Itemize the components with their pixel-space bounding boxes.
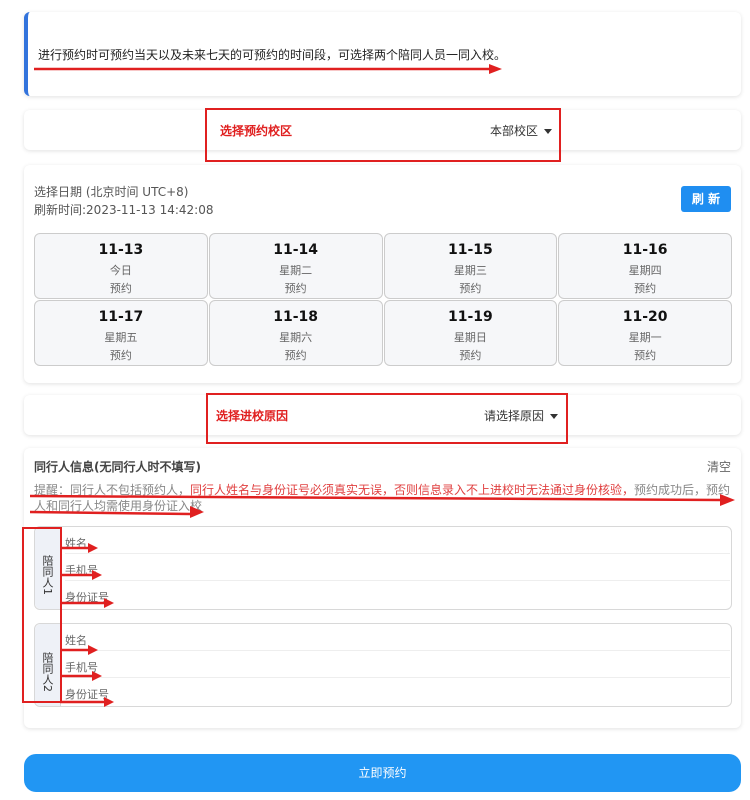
day-date: 11-16 (622, 242, 668, 258)
day-weekday: 星期日 (453, 331, 487, 344)
name-field[interactable]: 姓名 (65, 624, 730, 651)
day-action: 预约 (634, 282, 657, 295)
day-action: 预约 (459, 349, 482, 362)
date-grid: 11-13 今日预约 11-14 星期二预约 11-15 星期三预约 11-16 星期四… (34, 233, 732, 366)
day-cell[interactable]: 11-19 星期日预约 (383, 300, 558, 366)
companion-1: 陪同人1 姓名 手机号 身份证号 (34, 526, 732, 610)
day-weekday: 星期六 (279, 331, 313, 344)
annotation-box (22, 527, 62, 703)
annotation-arrow-icon (60, 543, 114, 707)
day-weekday: 星期二 (279, 264, 313, 277)
day-action: 预约 (284, 282, 307, 295)
day-cell[interactable]: 11-15 星期三预约 (383, 233, 558, 299)
day-action: 预约 (109, 349, 132, 362)
day-date: 11-14 (273, 242, 319, 258)
submit-button[interactable]: 立即预约 (24, 754, 741, 792)
day-weekday: 星期一 (628, 331, 662, 344)
companion-2: 陪同人2 姓名 手机号 身份证号 (34, 623, 732, 707)
day-cell[interactable]: 11-20 星期一预约 (558, 300, 732, 366)
reason-label: 选择进校原因 (216, 409, 289, 423)
phone-field[interactable]: 手机号 (65, 554, 730, 581)
annotation-arrow-icon (34, 64, 502, 74)
date-title: 选择日期 (北京时间 UTC+8) (34, 185, 189, 199)
date-card: 选择日期 (北京时间 UTC+8) 刷新时间:2023-11-13 14:42:… (24, 165, 741, 383)
day-date: 11-13 (98, 242, 144, 258)
annotation-arrow-icon (30, 494, 735, 518)
day-action: 预约 (459, 282, 482, 295)
day-weekday: 星期四 (628, 264, 662, 277)
id-field[interactable]: 身份证号 (65, 581, 730, 608)
id-field[interactable]: 身份证号 (65, 678, 730, 705)
day-action: 预约 (634, 349, 657, 362)
day-cell[interactable]: 11-18 星期六预约 (208, 300, 383, 366)
day-cell[interactable]: 11-17 星期五预约 (34, 300, 208, 366)
day-action: 预约 (109, 282, 132, 295)
day-date: 11-15 (447, 242, 493, 258)
day-cell[interactable]: 11-13 今日预约 (34, 233, 208, 299)
campus-label: 选择预约校区 (220, 124, 293, 138)
name-field[interactable]: 姓名 (65, 527, 730, 554)
day-cell[interactable]: 11-16 星期四预约 (558, 233, 732, 299)
companion-title: 同行人信息(无同行人时不填写) (34, 460, 201, 474)
day-action: 预约 (284, 349, 307, 362)
day-weekday: 今日 (109, 264, 132, 277)
day-weekday: 星期五 (104, 331, 138, 344)
refresh-time: 刷新时间:2023-11-13 14:42:08 (34, 203, 214, 217)
notice-card: 进行预约时可预约当天以及未来七天的可预约的时间段，可选择两个陪同人员一同入校。 (24, 12, 741, 96)
day-date: 11-18 (273, 309, 319, 325)
notice-text: 进行预约时可预约当天以及未来七天的可预约的时间段，可选择两个陪同人员一同入校。 (38, 48, 507, 62)
refresh-button[interactable]: 刷 新 (681, 186, 731, 212)
day-date: 11-19 (447, 309, 493, 325)
day-weekday: 星期三 (453, 264, 487, 277)
day-date: 11-20 (622, 309, 668, 325)
phone-field[interactable]: 手机号 (65, 651, 730, 678)
day-date: 11-17 (98, 309, 144, 325)
day-cell[interactable]: 11-14 星期二预约 (208, 233, 383, 299)
clear-button[interactable]: 清空 (707, 458, 731, 475)
